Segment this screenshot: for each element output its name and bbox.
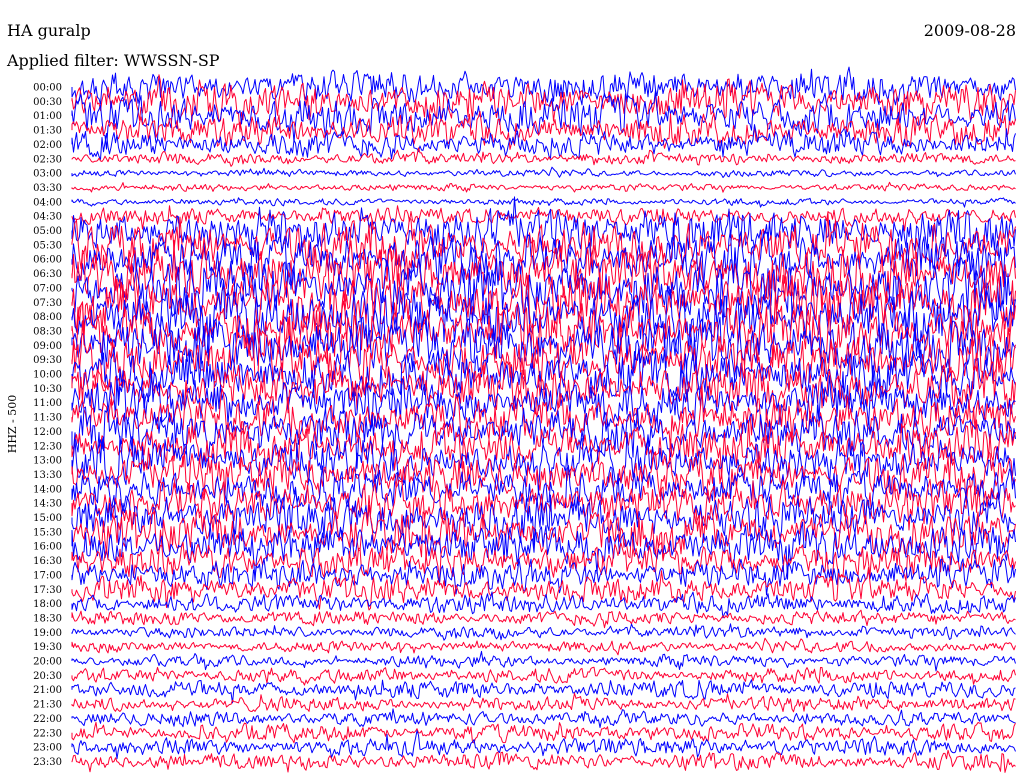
row-label: 03:00 [33,169,62,180]
row-label: 13:30 [33,470,62,481]
row-label: 04:30 [33,212,62,223]
row-label: 19:30 [33,642,62,653]
row-label: 06:30 [33,269,62,280]
row-label: 01:00 [33,111,62,122]
row-label: 22:30 [33,728,62,739]
helicorder-chart: HA guralp 2009-08-28 HHZ - 500 00:00 00:3… [0,0,1024,780]
row-label: 18:30 [33,613,62,624]
row-label: 09:30 [33,355,62,366]
row-label: 21:00 [33,685,62,696]
row-label: 12:00 [33,427,62,438]
row-label: 15:00 [33,513,62,524]
y-axis-label: HHZ - 500 [6,395,19,454]
row-label: 10:00 [33,370,62,381]
row-label: 11:00 [33,398,62,409]
row-label: 10:30 [33,384,62,395]
row-label: 22:00 [33,714,62,725]
row-label: 07:30 [33,298,62,309]
row-label: 14:00 [33,484,62,495]
row-label: 20:00 [33,657,62,668]
row-label: 11:30 [33,413,62,424]
row-label: 21:30 [33,700,62,711]
row-label: 02:30 [33,154,62,165]
row-label: 16:30 [33,556,62,567]
row-label: 07:00 [33,283,62,294]
row-label: 16:00 [33,542,62,553]
row-label: 08:30 [33,326,62,337]
row-label: 19:00 [33,628,62,639]
row-label: 23:00 [33,743,62,754]
row-label: 13:00 [33,456,62,467]
row-label: 05:30 [33,240,62,251]
row-label: 20:30 [33,671,62,682]
row-label: 14:30 [33,499,62,510]
row-label: 05:00 [33,226,62,237]
row-label: 00:00 [33,83,62,94]
row-label: 15:30 [33,527,62,538]
row-label: 04:00 [33,197,62,208]
row-label: 03:30 [33,183,62,194]
row-label: 23:30 [33,757,62,768]
row-label: 12:30 [33,441,62,452]
row-label: 17:30 [33,585,62,596]
row-label: 01:30 [33,126,62,137]
row-label: 17:00 [33,570,62,581]
row-label: 09:00 [33,341,62,352]
row-label: 02:00 [33,140,62,151]
filter-label: Applied filter: WWSSN-SP [6,51,220,70]
row-label: 06:00 [33,255,62,266]
station-title: HA guralp [7,21,91,40]
row-label: 00:30 [33,97,62,108]
row-label: 08:00 [33,312,62,323]
date-label: 2009-08-28 [924,21,1016,40]
row-label: 18:00 [33,599,62,610]
